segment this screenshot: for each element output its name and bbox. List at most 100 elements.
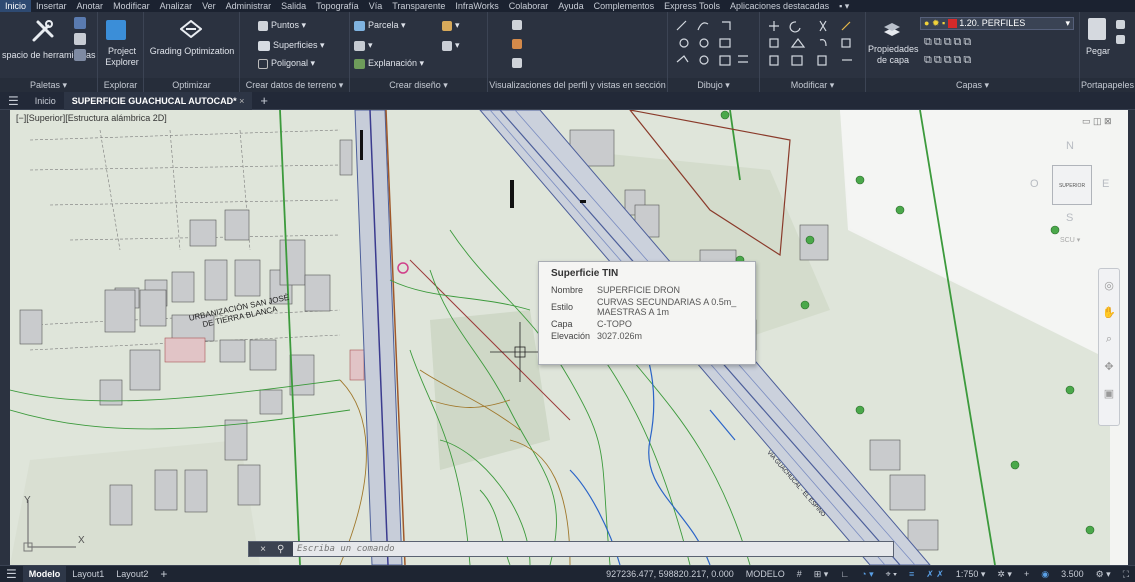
orbit-icon[interactable]: ✥ (1099, 360, 1119, 373)
model-space-toggle[interactable]: MODELO (740, 566, 791, 582)
tab-ver[interactable]: Ver (197, 0, 221, 12)
layer-dropdown[interactable]: ● ✹ ▪ 1.20. PERFILES ▾ (920, 17, 1074, 30)
command-close-icon[interactable]: × (249, 544, 277, 555)
pan-icon[interactable]: ✋ (1099, 306, 1119, 319)
navigation-bar: ◎ ✋ ⌕ ✥ ▣ (1098, 268, 1120, 426)
draw-tools[interactable] (674, 18, 754, 68)
section-icon[interactable] (512, 39, 522, 49)
compass-south[interactable]: S (1066, 212, 1073, 224)
tooltip-value: SUPERFICIE DRON (597, 285, 681, 295)
tab-complementos[interactable]: Complementos (589, 0, 660, 12)
elevation-value[interactable]: 3.500 (1055, 566, 1090, 582)
layer-tools-row1[interactable]: ⧉⧉⧉⧉⧉ (924, 36, 973, 49)
fullscreen-icon[interactable]: ⛶ (1117, 566, 1135, 582)
grading-optimization-icon[interactable] (179, 19, 203, 41)
layer-tools-row2[interactable]: ⧉⧉⧉⧉⧉ (924, 54, 973, 67)
grid-icon[interactable]: # (791, 566, 808, 582)
lineweight-icon[interactable]: ≡ (903, 566, 920, 582)
tab-modificar[interactable]: Modificar (108, 0, 155, 12)
alignment-button[interactable]: ▾ (354, 40, 373, 51)
tab-ayuda[interactable]: Ayuda (553, 0, 588, 12)
polar-icon[interactable]: ◔ ▾ (855, 566, 879, 582)
grading-optimization-button[interactable]: Grading Optimization (148, 46, 236, 57)
tab-aplicaciones-destacadas[interactable]: Aplicaciones destacadas (725, 0, 834, 12)
tab-anotar[interactable]: Anotar (72, 0, 109, 12)
viewport-window-controls[interactable]: ▭ ◫ ⊠ (1082, 116, 1112, 127)
compass-north[interactable]: N (1066, 140, 1074, 152)
plus-icon[interactable]: + (1018, 566, 1035, 582)
palette-icons[interactable] (74, 17, 94, 67)
customize-icon[interactable]: ⚙ ▾ (1090, 566, 1117, 582)
tab-modelo[interactable]: Modelo (22, 565, 67, 582)
tab-analizar[interactable]: Analizar (155, 0, 198, 12)
isolate-icon[interactable]: ◉ (1035, 566, 1055, 582)
tab-express-tools[interactable]: Express Tools (659, 0, 725, 12)
tab-topografia[interactable]: Topografía (311, 0, 364, 12)
assembly-button[interactable]: ▾ (442, 20, 460, 31)
tab-transparente[interactable]: Transparente (387, 0, 450, 12)
tools-icon[interactable] (30, 18, 56, 44)
properties-icon[interactable] (74, 33, 86, 45)
file-tab-inicio[interactable]: Inicio (27, 92, 64, 110)
grid-icon[interactable] (74, 17, 86, 29)
profile-icon[interactable] (512, 20, 522, 30)
surface-icon (258, 40, 270, 51)
corridor-button[interactable]: ▾ (442, 40, 460, 51)
superficies-button[interactable]: Superficies ▾ (258, 40, 325, 51)
tab-overflow-icon[interactable]: ▪ ▾ (834, 0, 854, 12)
zoom-icon[interactable]: ⌕ (1099, 333, 1119, 346)
new-tab-button[interactable]: + (252, 92, 276, 110)
clipboard-icons[interactable] (1116, 20, 1126, 60)
command-history-icon[interactable]: ⚲ (277, 544, 293, 555)
right-palette-strip[interactable] (1128, 110, 1135, 565)
hamburger-menu-icon[interactable]: ☰ (0, 92, 27, 110)
view-icon[interactable] (512, 58, 522, 68)
showmotion-icon[interactable]: ▣ (1099, 387, 1119, 400)
ortho-icon[interactable]: ∟ (834, 566, 855, 582)
panel-title-modificar: Modificar ▾ (760, 78, 865, 92)
tab-inicio[interactable]: Inicio (0, 0, 32, 12)
annotation-scale[interactable]: 1:750 ▾ (950, 566, 992, 582)
project-explorer-button[interactable]: Project Explorer (102, 46, 142, 68)
left-palette-strip[interactable] (0, 110, 10, 565)
tab-infraworks[interactable]: InfraWorks (450, 0, 503, 12)
tab-insertar[interactable]: Insertar (31, 0, 72, 12)
osnap-icon[interactable]: ⌖ ▾ (880, 566, 903, 582)
profile-icons[interactable] (512, 20, 525, 68)
tab-administrar[interactable]: Administrar (221, 0, 277, 12)
match-properties-icon[interactable] (1116, 35, 1125, 44)
coordinates-readout[interactable]: 927236.477, 598820.217, 0.000 (600, 566, 740, 582)
table-icon[interactable] (74, 49, 86, 61)
steering-wheel-icon[interactable]: ◎ (1099, 279, 1119, 292)
tab-colaborar[interactable]: Colaborar (504, 0, 554, 12)
close-icon[interactable]: × (239, 96, 244, 106)
gear-icon[interactable]: ✲ ▾ (991, 566, 1018, 582)
paste-icon[interactable] (1088, 18, 1106, 40)
tab-salida[interactable]: Salida (276, 0, 311, 12)
layer-properties-button[interactable]: Propiedades de capa (868, 44, 919, 66)
viewport-controls-label[interactable]: [−][Superior][Estructura alámbrica 2D] (16, 113, 167, 123)
wcs-menu[interactable]: SCU ▾ (1060, 236, 1080, 244)
parcela-button[interactable]: Parcela ▾ (354, 20, 406, 31)
tab-via[interactable]: Vía (364, 0, 388, 12)
layer-properties-icon[interactable] (882, 18, 902, 38)
file-tab-current[interactable]: SUPERFICIE GUACHUCAL AUTOCAD* × (63, 91, 253, 110)
tab-layout1[interactable]: Layout1 (66, 566, 110, 582)
ribbon: spacio de herramientas Paletas ▾ Project… (0, 12, 1135, 92)
compass-west[interactable]: O (1030, 178, 1039, 190)
compass-east[interactable]: E (1102, 178, 1109, 190)
layout-menu-icon[interactable]: ☰ (0, 566, 23, 582)
annotation-icon[interactable]: ✗ ✗ (920, 566, 950, 582)
explanacion-button[interactable]: Explanación ▾ (354, 58, 424, 69)
command-input[interactable] (293, 542, 893, 556)
poligonal-button[interactable]: Poligonal ▾ (258, 58, 315, 69)
tab-layout2[interactable]: Layout2 (110, 566, 154, 582)
puntos-button[interactable]: Puntos ▾ (258, 20, 306, 31)
snap-icon[interactable]: ⊞ ▾ (808, 566, 835, 582)
modify-tools[interactable] (768, 18, 860, 68)
paste-button[interactable]: Pegar (1086, 46, 1110, 57)
viewcube[interactable]: SUPERIOR (1052, 165, 1092, 205)
add-layout-button[interactable]: + (154, 566, 173, 582)
project-explorer-icon[interactable] (106, 20, 126, 40)
copy-icon[interactable] (1116, 20, 1125, 29)
